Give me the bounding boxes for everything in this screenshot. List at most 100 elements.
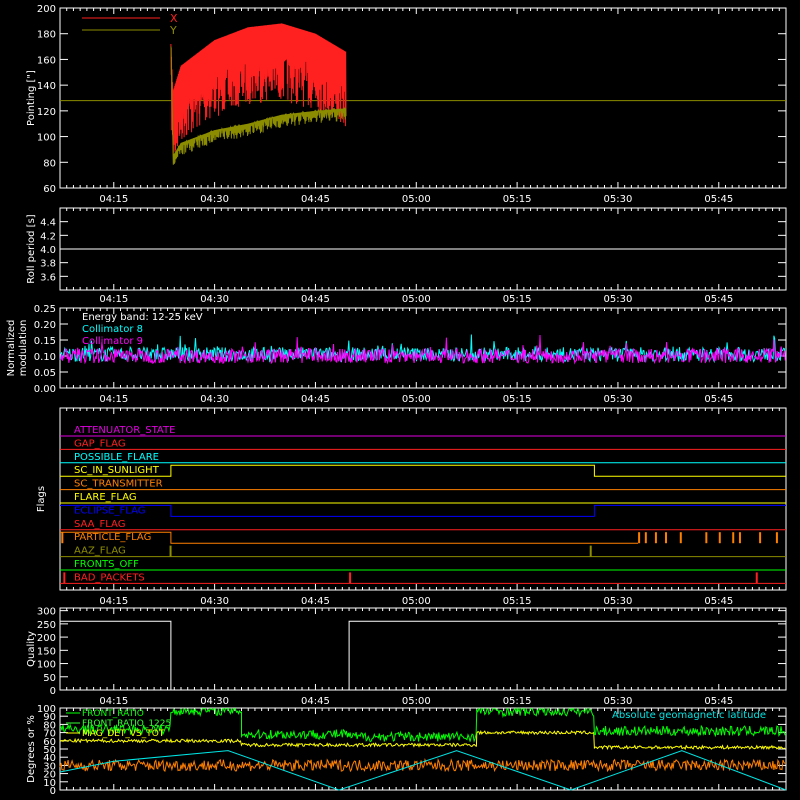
flag-label-bad-packets: BAD_PACKETS (74, 572, 145, 583)
ratio-annotation: Absolute geomagnetic latitude (612, 710, 766, 721)
flag-label-sc-in-sunlight: SC_IN_SUNLIGHT (74, 465, 160, 476)
x-tick-label: 04:15 (99, 194, 128, 205)
flag-label-fronts-off: FRONTS_OFF (74, 559, 139, 570)
roll-panel: 04:15 04:30 04:45 05:00 05:15 05:30 05:45 3.6 3.… (26, 207, 787, 305)
flag-spike (644, 532, 647, 544)
x-tick-label: 04:30 (200, 596, 229, 607)
flag-label-gap-flag: GAP_FLAG (74, 438, 126, 449)
x-tick-label: 05:30 (604, 394, 633, 405)
x-tick-label: 05:30 (604, 294, 633, 305)
x-tick-label: 05:00 (402, 596, 431, 607)
x-tick-label: 05:30 (604, 194, 633, 205)
flag-spike (738, 532, 741, 544)
roll-ylabel: Roll period [s] (26, 214, 37, 283)
y-tick-label: 200 (37, 633, 56, 644)
x-tick-label: 04:30 (200, 194, 229, 205)
flag-spike (732, 532, 735, 544)
x-tick-label: 05:15 (503, 596, 532, 607)
x-tick-label: 05:15 (503, 394, 532, 405)
y-tick-label: 4.2 (40, 231, 56, 242)
flags-panel: 04:15 04:30 04:45 05:00 05:15 05:30 05:45 Flags… (36, 407, 787, 607)
x-tick-label: 04:15 (99, 294, 128, 305)
y-tick-label: 0.15 (34, 336, 56, 347)
flag-spike (775, 532, 778, 544)
x-tick-label: 05:45 (704, 194, 733, 205)
flag-label-particle-flag: PARTICLE_FLAG (74, 532, 151, 543)
y-tick-label: 160 (37, 55, 56, 66)
y-tick-label: 0 (50, 686, 56, 697)
flag-spike (654, 532, 657, 544)
ratio-legend-front-ratio: FRONT_RATIO (82, 709, 144, 719)
modulation-annotation: Energy band: 12-25 keV (82, 312, 203, 323)
x-tick-label: 04:45 (301, 696, 330, 707)
flag-spike (169, 545, 172, 557)
x-tick-label: 05:30 (604, 596, 633, 607)
modulation-ylabel-2: modulation (18, 320, 29, 377)
x-tick-label: 04:15 (99, 696, 128, 707)
flag-label-saa-flag: SAA_FLAG (74, 519, 125, 530)
ratio-legend-front-ratio-1225: FRONT_RATIO_1225 (82, 719, 171, 729)
x-tick-label: 05:45 (704, 394, 733, 405)
flag-spike (679, 532, 682, 544)
quicklook-plot: 04:15 04:30 04:45 05:00 05:15 05:30 05:45 60 80 1… (6, 4, 787, 797)
flag-spike (61, 532, 64, 544)
x-tick-label: 05:00 (402, 194, 431, 205)
quality-ylabel: Quality (26, 631, 37, 667)
y-tick-label: 250 (37, 620, 56, 631)
flag-spike (755, 572, 758, 584)
flag-label-sc-transmitter: SC_TRANSMITTER (74, 479, 163, 490)
modulation-series-8 (59, 334, 786, 364)
x-tick-label: 05:00 (402, 696, 431, 707)
y-tick-label: 4.0 (40, 245, 56, 256)
modulation-legend-8: Collimator 8 (82, 324, 143, 335)
modulation-panel: 04:15 04:30 04:45 05:00 05:15 05:30 05:45 0.00 0… (6, 304, 787, 405)
x-tick-label: 04:15 (99, 394, 128, 405)
ratio-series-orange (59, 758, 786, 773)
flag-label-aaz-flag: AAZ_FLAG (74, 546, 126, 557)
x-tick-label: 05:45 (704, 294, 733, 305)
x-tick-label: 04:45 (301, 394, 330, 405)
y-tick-label: 300 (37, 607, 56, 618)
y-tick-label: 100 (37, 660, 56, 671)
flag-spike (718, 532, 721, 544)
panel-frame (59, 607, 787, 691)
y-tick-label: 100 (37, 133, 56, 144)
x-tick-label: 04:30 (200, 394, 229, 405)
x-tick-label: 05:00 (402, 294, 431, 305)
y-tick-label: 0.20 (34, 320, 56, 331)
y-tick-label: 140 (37, 81, 56, 92)
pointing-series-y (170, 23, 347, 156)
ratio-series-geomag (59, 750, 787, 791)
y-tick-label: 0.05 (34, 368, 56, 379)
modulation-ylabel-1: Normalized (6, 320, 17, 377)
flag-spike (665, 532, 667, 544)
x-tick-label: 04:45 (301, 596, 330, 607)
y-tick-label: 50 (43, 673, 56, 684)
flag-line-eclipse-flag (60, 504, 786, 517)
y-tick-label: 4.4 (40, 218, 56, 229)
panel-frame (59, 7, 787, 189)
flag-spike (63, 572, 66, 584)
modulation-series-9 (59, 334, 786, 365)
y-tick-label: 100 (37, 704, 56, 715)
flag-line-sc-in-sunlight (60, 464, 786, 477)
ratio-panel: 0102030405060708090100Degrees or %FRONT_… (26, 704, 787, 797)
x-tick-label: 04:30 (200, 294, 229, 305)
flag-label-eclipse-flag: ECLIPSE_FLAG (74, 505, 145, 516)
y-tick-label: 3.6 (40, 272, 56, 283)
flag-label-attenuator-state: ATTENUATOR_STATE (74, 425, 175, 436)
modulation-legend-9: Collimator 9 (82, 336, 143, 347)
pointing-panel: 04:15 04:30 04:45 05:00 05:15 05:30 05:45 60 80 1… (26, 4, 787, 205)
x-tick-label: 04:15 (99, 596, 128, 607)
flags-ylabel: Flags (36, 486, 47, 512)
y-tick-label: 0.25 (34, 304, 56, 315)
flag-label-flare-flag: FLARE_FLAG (74, 492, 137, 503)
flag-spike (638, 532, 641, 544)
ratio-legend-mag-det-vs-tot: MAG_DET_VS_TOT (82, 729, 165, 739)
x-tick-label: 04:45 (301, 294, 330, 305)
legend-label-y: Y (169, 24, 177, 37)
x-tick-label: 05:15 (503, 294, 532, 305)
flag-spike (349, 572, 352, 584)
x-tick-label: 05:15 (503, 696, 532, 707)
ratio-ylabel: Degrees or % (26, 715, 37, 783)
